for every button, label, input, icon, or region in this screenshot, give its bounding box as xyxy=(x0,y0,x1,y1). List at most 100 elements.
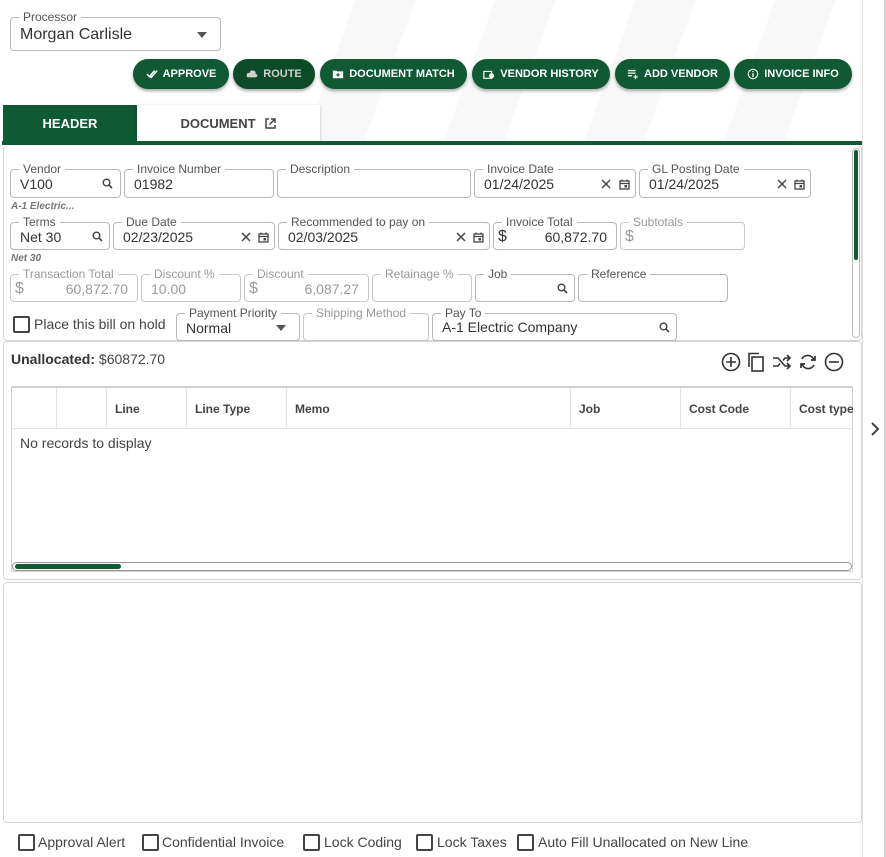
payment-priority-label: Payment Priority xyxy=(185,306,282,320)
search-icon[interactable] xyxy=(101,177,113,189)
clear-icon[interactable] xyxy=(456,232,466,242)
lock-taxes-label: Lock Taxes xyxy=(437,834,507,850)
retainage-percent-label: Retainage % xyxy=(381,267,458,281)
payment-priority-select[interactable]: Payment Priority Normal xyxy=(176,306,300,341)
column-header-job[interactable]: Job xyxy=(570,388,680,429)
history-icon xyxy=(483,70,495,79)
subtotals-label: Subtotals xyxy=(629,215,688,229)
invoice-number-field[interactable]: Invoice Number 01982 xyxy=(124,162,274,198)
column-header-memo[interactable]: Memo xyxy=(286,388,570,429)
invoice-total-label: Invoice Total xyxy=(502,215,577,229)
invoice-date-field[interactable]: Invoice Date 01/24/2025 xyxy=(474,162,636,198)
terms-field[interactable]: Terms Net 30 xyxy=(10,215,110,250)
description-label: Description xyxy=(286,162,355,176)
shuffle-icon[interactable] xyxy=(771,351,793,373)
due-date-label: Due Date xyxy=(122,215,181,229)
chevron-right-icon[interactable] xyxy=(866,419,884,439)
hold-checkbox[interactable] xyxy=(13,316,30,333)
job-field[interactable]: Job xyxy=(475,267,575,302)
open-external-icon xyxy=(264,117,276,129)
search-icon[interactable] xyxy=(658,321,670,333)
gl-posting-date-field[interactable]: GL Posting Date 01/24/2025 xyxy=(639,162,811,198)
terms-label: Terms xyxy=(19,215,60,229)
terms-value: Net 30 xyxy=(20,229,62,245)
lock-coding-label: Lock Coding xyxy=(324,834,402,850)
grid-header-row: Line Line Type Memo Job Cost Code Cost t… xyxy=(11,387,853,429)
double-check-icon xyxy=(145,70,158,79)
calendar-icon[interactable] xyxy=(793,178,805,190)
processor-label: Processor xyxy=(19,10,82,24)
clear-icon[interactable] xyxy=(241,232,251,242)
currency-symbol: $ xyxy=(498,228,507,245)
transaction-total-label: Transaction Total xyxy=(19,267,118,281)
add-vendor-button[interactable]: ADD VENDOR xyxy=(615,59,730,89)
pay-to-field[interactable]: Pay To A-1 Electric Company xyxy=(432,306,677,341)
approval-alert-checkbox[interactable] xyxy=(18,834,35,851)
discount-field: Discount $ 6,087.27 xyxy=(244,267,369,302)
invoice-total-field[interactable]: Invoice Total $ 60,872.70 xyxy=(493,215,617,250)
pay-to-label: Pay To xyxy=(441,306,486,320)
form-scrollbar-thumb[interactable] xyxy=(854,150,858,260)
route-label: ROUTE xyxy=(263,68,302,80)
refresh-icon[interactable] xyxy=(797,351,819,373)
column-header-line[interactable]: Line xyxy=(106,388,186,429)
invoice-number-label: Invoice Number xyxy=(133,162,226,176)
due-date-value: 02/23/2025 xyxy=(123,229,194,245)
tab-header[interactable]: HEADER xyxy=(3,105,137,141)
lock-coding-checkbox[interactable] xyxy=(303,834,320,851)
route-button[interactable]: ROUTE xyxy=(233,59,315,89)
invoice-date-value: 01/24/2025 xyxy=(484,176,555,192)
cloud-icon xyxy=(246,70,258,78)
processor-select[interactable]: Processor Morgan Carlisle xyxy=(10,10,221,51)
details-panel xyxy=(3,582,862,823)
tab-header-label: HEADER xyxy=(42,115,98,131)
reference-field[interactable]: Reference xyxy=(578,267,728,302)
approve-label: APPROVE xyxy=(162,68,217,80)
column-header-actions[interactable] xyxy=(56,388,106,429)
search-icon[interactable] xyxy=(556,282,568,294)
recommended-pay-value: 02/03/2025 xyxy=(288,229,359,245)
vendor-history-button[interactable]: VENDOR HISTORY xyxy=(472,59,610,89)
approval-alert-label: Approval Alert xyxy=(38,834,126,850)
remove-circle-icon[interactable] xyxy=(823,351,845,373)
currency-symbol: $ xyxy=(249,280,258,297)
chevron-down-icon xyxy=(275,324,287,332)
column-header-line-type[interactable]: Line Type xyxy=(186,388,286,429)
document-match-button[interactable]: DOCUMENT MATCH xyxy=(320,59,467,89)
calendar-icon[interactable] xyxy=(257,231,269,243)
copy-icon[interactable] xyxy=(745,351,767,373)
add-circle-icon[interactable] xyxy=(720,351,742,373)
vendor-field[interactable]: Vendor V100 xyxy=(10,162,121,198)
column-header-cost-code[interactable]: Cost Code xyxy=(680,388,790,429)
approve-button[interactable]: APPROVE xyxy=(133,59,229,89)
vendor-value: V100 xyxy=(20,176,53,192)
form-scrollbar[interactable] xyxy=(852,148,860,338)
shipping-method-field: Shipping Method xyxy=(303,306,429,341)
add-vendor-label: ADD VENDOR xyxy=(644,68,718,80)
confidential-invoice-checkbox[interactable] xyxy=(142,834,159,851)
grid-scrollbar-thumb[interactable] xyxy=(15,564,121,569)
payment-priority-value: Normal xyxy=(186,320,232,336)
tab-document-label: DOCUMENT xyxy=(180,115,256,131)
invoice-info-button[interactable]: INVOICE INFO xyxy=(734,59,852,89)
clear-icon[interactable] xyxy=(777,179,787,189)
side-divider xyxy=(862,0,863,857)
auto-fill-checkbox[interactable] xyxy=(517,834,534,851)
search-icon[interactable] xyxy=(91,230,103,242)
grid-horizontal-scrollbar[interactable] xyxy=(12,562,852,571)
column-header-select[interactable] xyxy=(11,388,56,429)
description-field[interactable]: Description xyxy=(277,162,471,198)
info-icon xyxy=(747,68,759,80)
tab-document[interactable]: DOCUMENT xyxy=(137,105,320,141)
recommended-pay-field[interactable]: Recommended to pay on 02/03/2025 xyxy=(278,215,490,250)
pay-to-value: A-1 Electric Company xyxy=(442,319,578,335)
calendar-icon[interactable] xyxy=(618,178,630,190)
lock-taxes-checkbox[interactable] xyxy=(416,834,433,851)
due-date-field[interactable]: Due Date 02/23/2025 xyxy=(113,215,275,250)
clear-icon[interactable] xyxy=(601,179,611,189)
invoice-info-label: INVOICE INFO xyxy=(764,68,839,80)
column-header-cost-type[interactable]: Cost type xyxy=(790,388,853,429)
folder-plus-icon xyxy=(333,70,344,79)
confidential-invoice-label: Confidential Invoice xyxy=(162,834,285,850)
calendar-icon[interactable] xyxy=(472,231,484,243)
